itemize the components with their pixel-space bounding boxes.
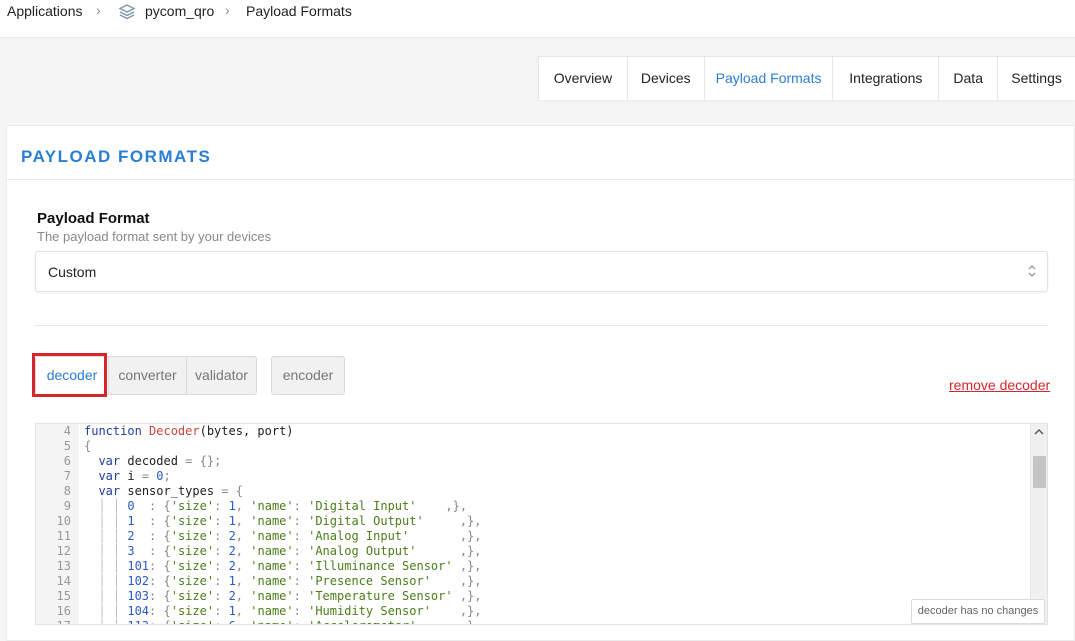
breadcrumb-app-name[interactable]: pycom_qro <box>145 3 214 19</box>
line-number: 11 <box>56 529 71 543</box>
scroll-thumb[interactable] <box>1033 456 1046 488</box>
decoder-tab[interactable]: decoder <box>36 357 108 394</box>
field-label: Payload Format <box>37 210 150 227</box>
code-line: 13 │ │ 101: {'size': 2, 'name': 'Illumin… <box>36 559 482 574</box>
line-number: 7 <box>63 469 71 483</box>
code-line: 15 │ │ 103: {'size': 2, 'name': 'Tempera… <box>36 589 482 604</box>
breadcrumb-applications[interactable]: Applications <box>7 3 83 19</box>
line-number: 15 <box>56 589 71 603</box>
code-line: 8 var sensor_types = { <box>36 484 243 499</box>
tab-data[interactable]: Data <box>939 57 999 100</box>
divider <box>35 325 1048 326</box>
code-line: 11 │ │ 2 : {'size': 2, 'name': 'Analog I… <box>36 529 482 544</box>
code-line: 17 │ │ 113: {'size': 6, 'name': 'Acceler… <box>36 619 482 624</box>
tab-settings[interactable]: Settings <box>998 57 1075 100</box>
code-line: 7 var i = 0; <box>36 469 171 484</box>
chevron-right-icon: › <box>225 2 230 18</box>
top-bar: Applications › pycom_qro › Payload Forma… <box>0 0 1075 38</box>
breadcrumb-current: Payload Formats <box>246 3 352 19</box>
application-tabs: Overview Devices Payload Formats Integra… <box>538 56 1075 100</box>
code-line: 16 │ │ 104: {'size': 1, 'name': 'Humidit… <box>36 604 482 619</box>
code-line: 12 │ │ 3 : {'size': 2, 'name': 'Analog O… <box>36 544 482 559</box>
line-number: 8 <box>63 484 71 498</box>
payload-format-select[interactable]: Custom <box>35 251 1048 292</box>
status-badge: decoder has no changes <box>911 599 1045 624</box>
line-number: 5 <box>63 439 71 453</box>
layers-icon <box>118 4 136 20</box>
code-line: 4 function Decoder(bytes, port) <box>36 424 294 439</box>
line-number: 12 <box>56 544 71 558</box>
line-number: 6 <box>63 454 71 468</box>
panel-title: PAYLOAD FORMATS <box>21 147 212 166</box>
line-number: 4 <box>63 424 71 438</box>
tab-overview[interactable]: Overview <box>539 57 628 100</box>
encoder-tab[interactable]: encoder <box>271 356 345 395</box>
chevron-up-icon[interactable] <box>1034 428 1044 436</box>
converter-tab[interactable]: converter <box>108 357 186 394</box>
remove-decoder-link[interactable]: remove decoder <box>949 377 1050 393</box>
tab-integrations[interactable]: Integrations <box>833 57 940 100</box>
code-editor[interactable]: 4 function Decoder(bytes, port) 5{ 6 var … <box>35 423 1048 625</box>
editor-scrollbar[interactable] <box>1030 424 1047 624</box>
field-description: The payload format sent by your devices <box>37 229 272 244</box>
payload-formats-panel: PAYLOAD FORMATS Payload Format The paylo… <box>6 125 1075 641</box>
chevron-right-icon: › <box>96 2 101 18</box>
line-number: 14 <box>56 574 71 588</box>
line-number: 13 <box>56 559 71 573</box>
line-number: 9 <box>63 499 71 513</box>
line-number: 16 <box>56 604 71 618</box>
line-number: 10 <box>56 514 71 528</box>
line-number: 17 <box>36 619 71 624</box>
select-arrows-icon <box>1028 265 1036 277</box>
divider <box>7 179 1075 180</box>
tab-devices[interactable]: Devices <box>628 57 705 100</box>
select-value: Custom <box>48 264 97 280</box>
code-line: 10 │ │ 1 : {'size': 1, 'name': 'Digital … <box>36 514 482 529</box>
code-lines: 4 function Decoder(bytes, port) 5{ 6 var … <box>36 424 482 624</box>
function-tab-group: decoder converter validator <box>35 356 257 395</box>
code-line: 6 var decoded = {}; <box>36 454 222 469</box>
validator-tab[interactable]: validator <box>186 357 256 394</box>
code-line: 14 │ │ 102: {'size': 1, 'name': 'Presenc… <box>36 574 482 589</box>
code-line: 5{ <box>36 439 91 454</box>
tab-payload-formats[interactable]: Payload Formats <box>705 57 834 100</box>
code-line: 9 │ │ 0 : {'size': 1, 'name': 'Digital I… <box>36 499 467 514</box>
